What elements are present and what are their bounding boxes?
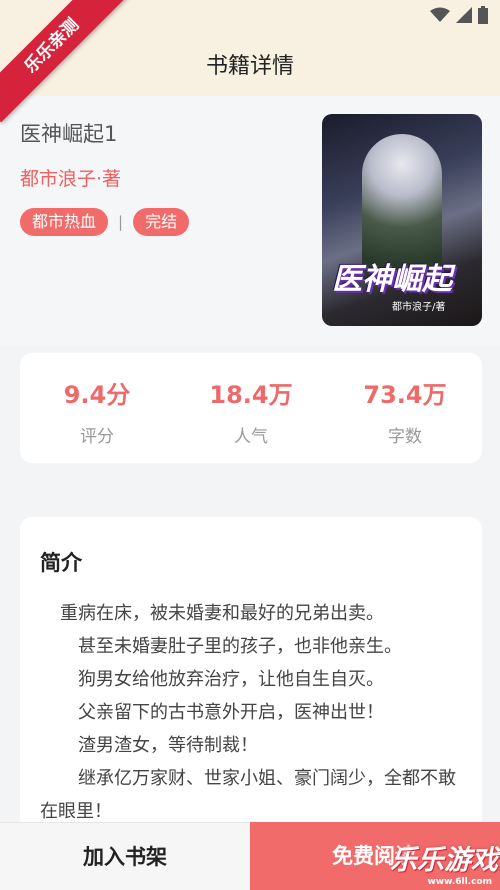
- intro-paragraph: 渣男渣女，等待制裁！: [78, 735, 258, 756]
- intro-text: 重病在床，被未婚妻和最好的兄弟出卖。 甚至未婚妻肚子里的孩子，也非他亲生。 狗男…: [40, 597, 470, 828]
- intro-heading: 简介: [40, 551, 82, 575]
- tag-separator: |: [118, 213, 124, 231]
- stat-wordcount: 73.4万 字数: [328, 375, 482, 447]
- book-cover[interactable]: 医神崛起 都市浪子/著: [322, 114, 482, 326]
- stat-popularity-value: 18.4万: [209, 381, 293, 409]
- add-to-shelf-button[interactable]: 加入书架: [0, 822, 250, 890]
- stat-popularity-label: 人气: [234, 427, 268, 447]
- intro-paragraph: 狗男女给他放弃治疗，让他自生自灭。: [78, 669, 384, 690]
- stat-popularity: 18.4万 人气: [174, 375, 328, 447]
- intro-paragraph: 重病在床，被未婚妻和最好的兄弟出卖。: [60, 603, 384, 624]
- cover-title: 医神崛起: [332, 262, 452, 297]
- watermark-url: www.6ll.com: [427, 877, 492, 887]
- site-watermark: 乐乐游戏 www.6ll.com: [390, 838, 500, 890]
- stat-rating-label: 评分: [80, 427, 114, 447]
- tag-genre[interactable]: 都市热血: [20, 208, 109, 236]
- intro-paragraph: 父亲留下的古书意外开启，医神出世！: [78, 702, 384, 723]
- battery-icon: [478, 6, 488, 24]
- book-title: 医神崛起1: [20, 122, 118, 146]
- tag-status[interactable]: 完结: [133, 208, 190, 236]
- stats-card: 9.4分 评分 18.4万 人气 73.4万 字数: [20, 353, 482, 463]
- watermark-logo: 乐乐游戏: [390, 845, 498, 876]
- book-tags: 都市热血 | 完结: [20, 208, 190, 236]
- wifi-icon: [430, 7, 450, 22]
- intro-paragraph: 甚至未婚妻肚子里的孩子，也非他亲生。: [78, 636, 402, 657]
- intro-paragraph: 继承亿万家财、世家小姐、豪门阔少，全都不敢在眼里！: [40, 768, 456, 822]
- cover-subtitle: 都市浪子/著: [392, 302, 446, 313]
- stat-wordcount-label: 字数: [388, 427, 422, 447]
- stat-wordcount-value: 73.4万: [363, 381, 447, 409]
- signal-icon: [456, 7, 472, 23]
- book-author[interactable]: 都市浪子·著: [20, 164, 121, 191]
- book-info-section: 医神崛起1 都市浪子·著 都市热血 | 完结 医神崛起 都市浪子/著: [0, 96, 500, 346]
- stat-rating-value: 9.4分: [63, 381, 131, 409]
- stat-rating: 9.4分 评分: [20, 375, 174, 447]
- page-title: 书籍详情: [205, 54, 294, 79]
